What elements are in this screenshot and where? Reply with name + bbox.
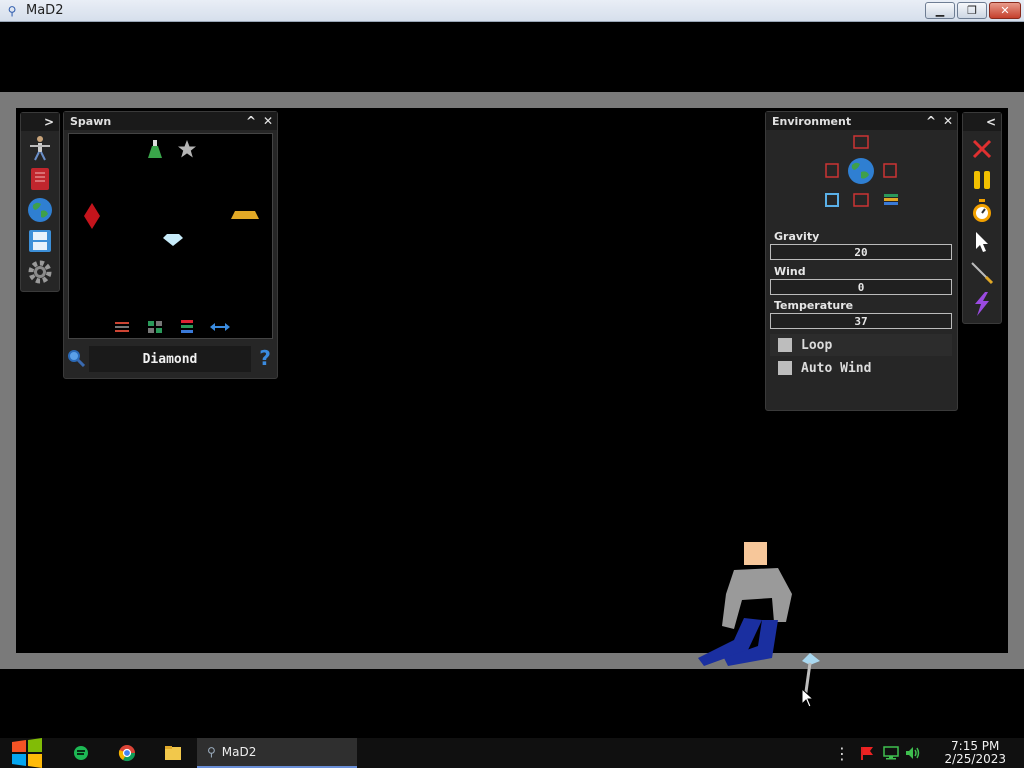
environment-panel: Environment ^ ✕ Gravity 20 Wind 0 Temper… xyxy=(765,111,958,411)
syringe-icon[interactable] xyxy=(968,259,996,287)
mouse-cursor-icon xyxy=(801,688,815,708)
save-icon[interactable] xyxy=(26,227,54,255)
character-icon[interactable] xyxy=(26,134,54,162)
book-icon[interactable] xyxy=(26,165,54,193)
auto-wind-label: Auto Wind xyxy=(801,360,872,376)
bottom-wall-icon xyxy=(853,193,869,207)
top-wall-icon xyxy=(853,135,869,149)
spawn-item-grid xyxy=(68,133,273,339)
expand-toolstrip-button[interactable]: > xyxy=(41,114,57,130)
environment-panel-header: Environment ^ ✕ xyxy=(766,112,957,130)
globe-icon[interactable] xyxy=(26,196,54,224)
volume-icon[interactable] xyxy=(904,738,922,768)
taskbar: ⚲ MaD2 ⋮ 7:15 PM 2/25/2023 xyxy=(0,738,1024,768)
gold-bar-icon[interactable] xyxy=(231,210,259,222)
chat-app-icon[interactable] xyxy=(70,738,92,768)
system-clock[interactable]: 7:15 PM 2/25/2023 xyxy=(944,740,1006,766)
help-icon[interactable]: ? xyxy=(256,347,274,369)
globe-center-icon xyxy=(848,158,874,184)
right-toolstrip-header: < xyxy=(963,113,1001,131)
timer-icon[interactable] xyxy=(968,197,996,225)
restore-button[interactable]: ❐ xyxy=(957,2,987,19)
left-wall-icon xyxy=(825,163,839,178)
window-controls: ▁ ❐ ✕ xyxy=(925,2,1021,19)
pause-icon[interactable] xyxy=(968,166,996,194)
right-toolstrip: < xyxy=(962,112,1002,324)
environment-walls-selector[interactable] xyxy=(822,134,902,216)
environment-panel-title: Environment xyxy=(772,114,852,128)
right-wall-icon xyxy=(883,163,897,178)
diamond-icon[interactable] xyxy=(162,233,184,247)
collapse-toolstrip-button[interactable]: < xyxy=(983,114,999,130)
environment-close-button[interactable]: ✕ xyxy=(940,113,956,129)
taskbar-app-label: MaD2 xyxy=(221,745,257,759)
red-diamond-icon[interactable] xyxy=(83,202,101,230)
gravity-label: Gravity xyxy=(774,230,820,243)
sliders-icon[interactable] xyxy=(113,318,131,336)
chrome-icon[interactable] xyxy=(116,738,138,768)
simulation-canvas[interactable]: > Spawn ^ ✕ Diamond ? Environment ^ ✕ Gr… xyxy=(16,108,1008,708)
mad2-app-icon: ⚲ xyxy=(207,745,216,759)
auto-wind-checkbox[interactable] xyxy=(778,361,792,375)
clock-date: 2/25/2023 xyxy=(944,752,1006,766)
scene-frame: > Spawn ^ ✕ Diamond ? Environment ^ ✕ Gr… xyxy=(0,92,1024,708)
lightning-icon[interactable] xyxy=(968,290,996,318)
window-title: MaD2 xyxy=(26,3,64,18)
environment-collapse-button[interactable]: ^ xyxy=(923,113,939,129)
app-icon: ⚲ xyxy=(7,3,17,18)
spawn-panel-header: Spawn ^ ✕ xyxy=(64,112,277,130)
gravity-input[interactable]: 20 xyxy=(770,244,952,260)
spawn-collapse-button[interactable]: ^ xyxy=(243,113,259,129)
overflow-menu-icon[interactable]: ⋮ xyxy=(834,738,850,768)
left-toolstrip-header: > xyxy=(21,113,59,131)
taskbar-app-mad2[interactable]: ⚲ MaD2 xyxy=(197,738,357,768)
list-icon[interactable] xyxy=(178,318,196,336)
left-toolstrip: > xyxy=(20,112,60,292)
wind-input[interactable]: 0 xyxy=(770,279,952,295)
close-button[interactable]: ✕ xyxy=(989,2,1021,19)
window-titlebar: ⚲ MaD2 ▁ ❐ ✕ xyxy=(0,0,1024,22)
swap-icon[interactable] xyxy=(209,318,231,336)
loop-label: Loop xyxy=(801,337,833,353)
network-icon[interactable] xyxy=(882,738,900,768)
file-explorer-icon[interactable] xyxy=(162,738,184,768)
pointer-icon[interactable] xyxy=(968,228,996,256)
grid-icon[interactable] xyxy=(146,318,164,336)
close-x-icon[interactable] xyxy=(968,135,996,163)
spawn-close-button[interactable]: ✕ xyxy=(260,113,276,129)
minimize-button[interactable]: ▁ xyxy=(925,2,955,19)
flag-icon[interactable] xyxy=(858,738,876,768)
settings-icon[interactable] xyxy=(26,258,54,286)
temperature-label: Temperature xyxy=(774,299,854,312)
auto-wind-option[interactable]: Auto Wind xyxy=(770,357,952,379)
loop-option[interactable]: Loop xyxy=(770,334,952,356)
bounds-icon xyxy=(825,193,839,207)
search-icon[interactable] xyxy=(67,349,86,368)
layers-icon xyxy=(884,194,898,197)
wind-label: Wind xyxy=(774,265,806,278)
spawn-search-input[interactable]: Diamond xyxy=(89,346,251,372)
temperature-input[interactable]: 37 xyxy=(770,313,952,329)
star-icon[interactable] xyxy=(176,138,198,160)
spawn-search-row: Diamond ? xyxy=(64,343,277,372)
flask-icon[interactable] xyxy=(145,138,165,160)
spawn-panel-title: Spawn xyxy=(70,114,112,128)
spawn-panel: Spawn ^ ✕ Diamond ? xyxy=(63,111,278,379)
ragdoll-head xyxy=(744,542,767,565)
loop-checkbox[interactable] xyxy=(778,338,792,352)
start-button[interactable] xyxy=(8,738,46,768)
